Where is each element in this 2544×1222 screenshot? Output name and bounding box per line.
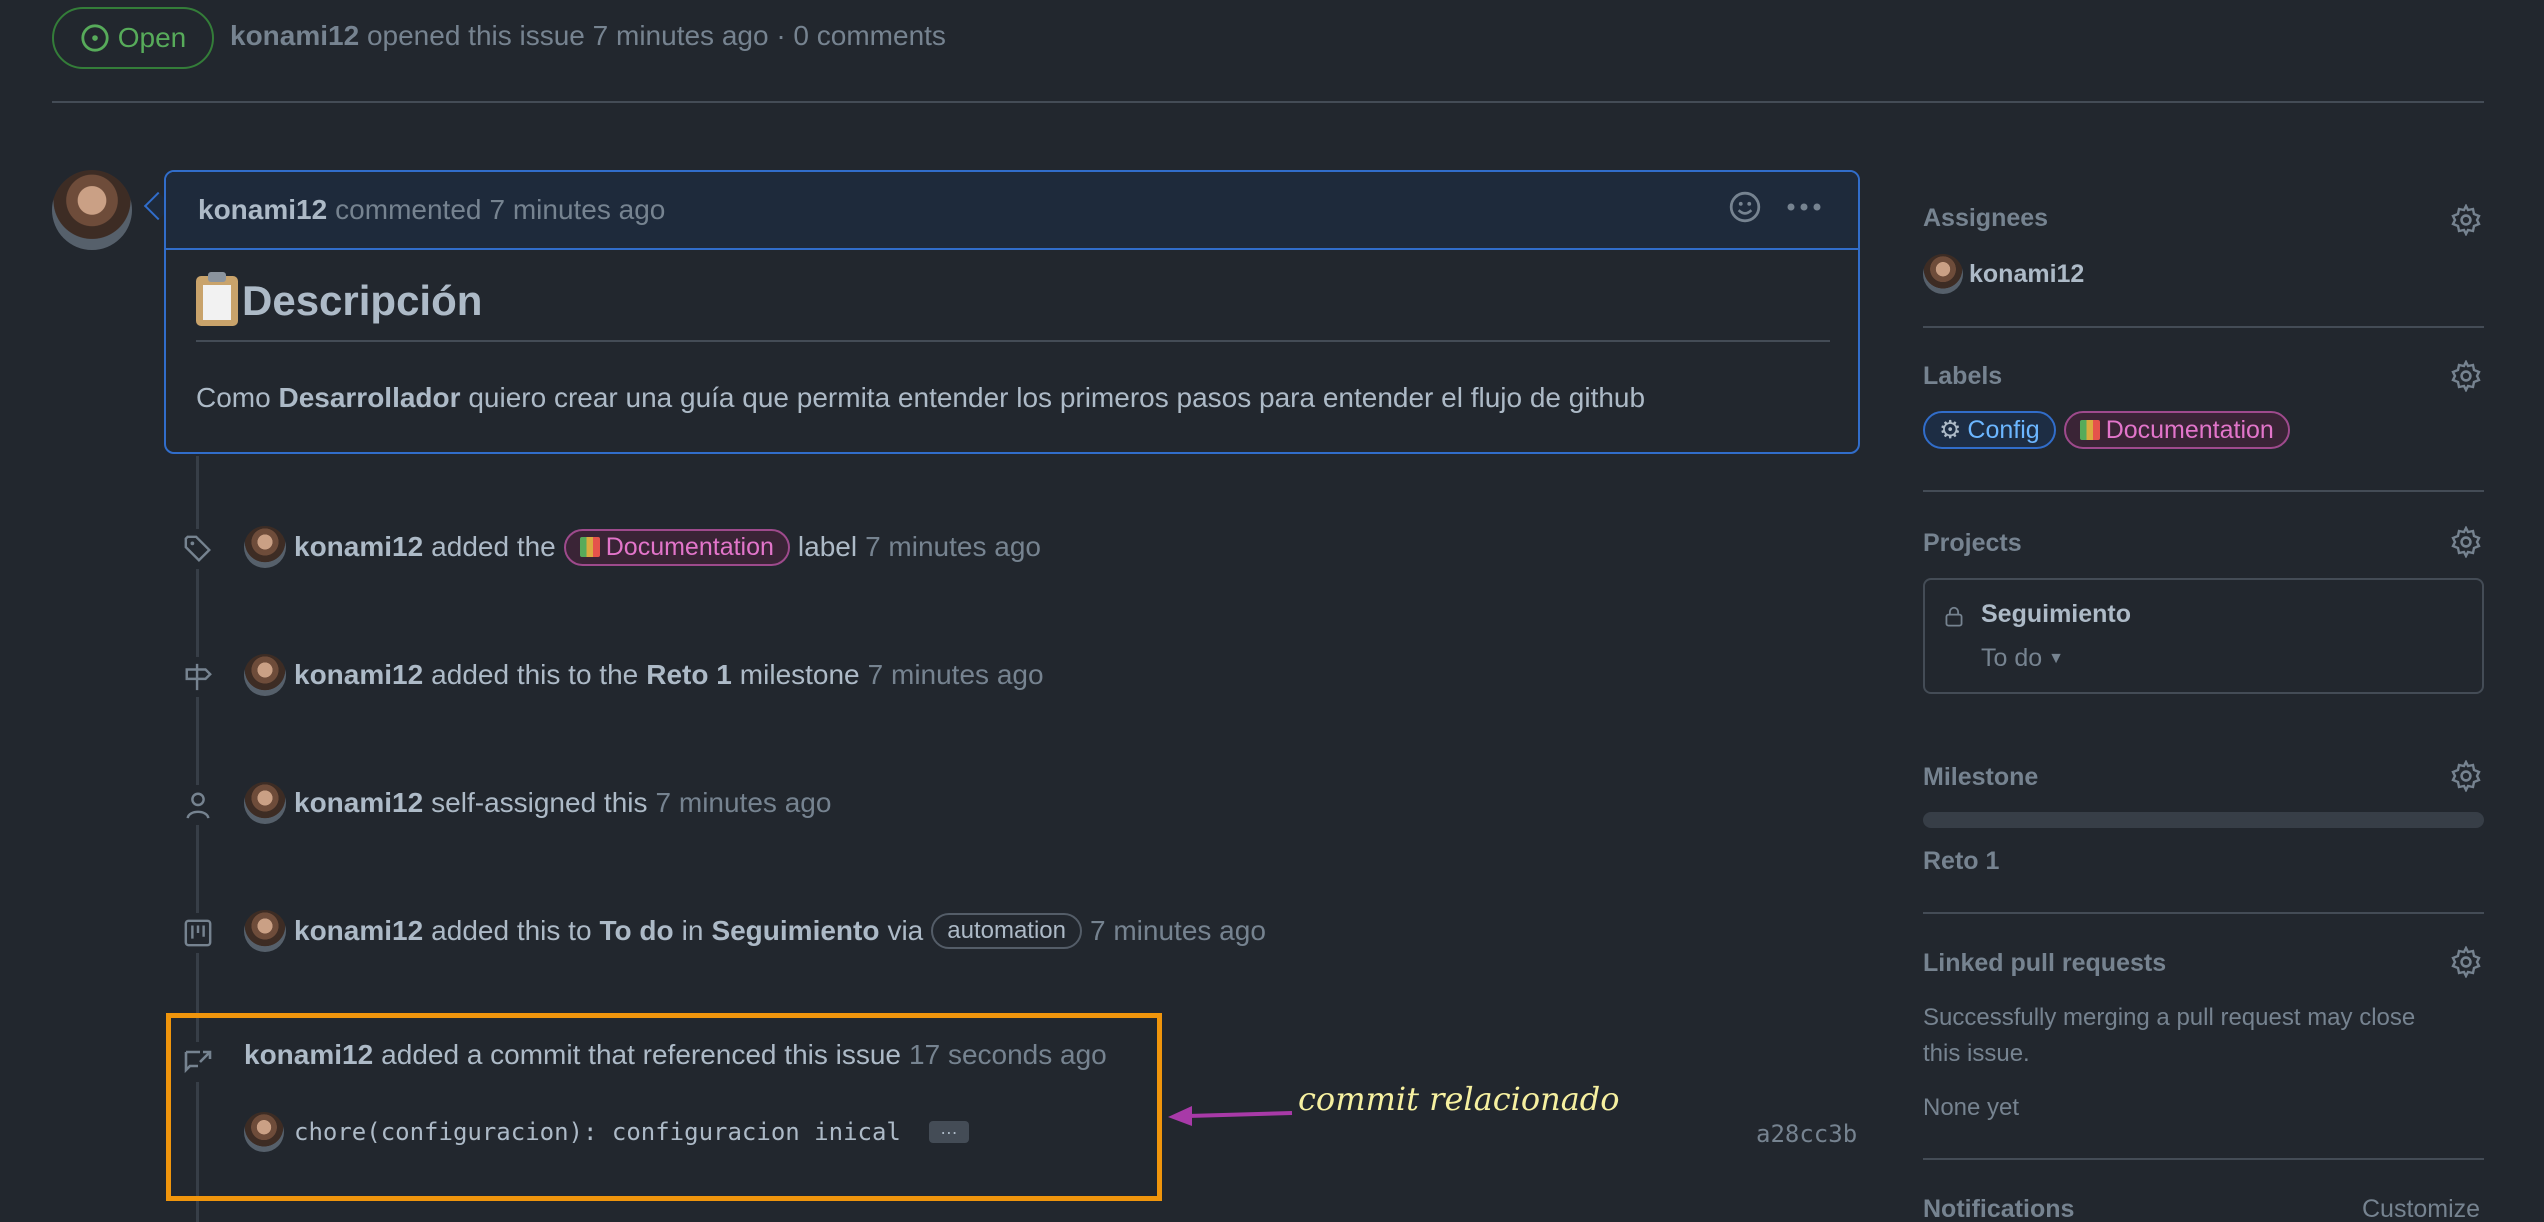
timeline-project-event: konami12 added this to To do in Seguimie… — [244, 910, 1266, 952]
linked-prs-empty: None yet — [1923, 1094, 2020, 1121]
sidebar-assignees-title[interactable]: Assignees — [1923, 204, 2048, 233]
issue-author-link[interactable]: konami12 — [230, 20, 359, 51]
event-timestamp[interactable]: 7 minutes ago — [1090, 915, 1266, 947]
event-text: self-assigned this — [431, 787, 648, 818]
issue-header-meta: konami12 opened this issue 7 minutes ago… — [230, 20, 946, 52]
notifications-customize-link[interactable]: Customize — [2362, 1195, 2480, 1222]
event-timestamp[interactable]: 7 minutes ago — [865, 531, 1041, 563]
event-avatar[interactable] — [244, 526, 286, 568]
event-text: milestone — [739, 659, 860, 690]
event-timestamp[interactable]: 7 minutes ago — [868, 659, 1044, 691]
label-documentation-text: Documentation — [2105, 415, 2274, 444]
comment-header: konami12 commented 7 minutes ago — [166, 172, 1858, 250]
milestone-link[interactable]: Reto 1 — [646, 659, 732, 691]
issue-opened-meta: opened this issue 7 minutes ago · 0 comm… — [366, 20, 946, 51]
event-user-link[interactable]: konami12 — [294, 531, 423, 563]
tag-icon — [178, 529, 218, 569]
event-user-link[interactable]: konami12 — [294, 659, 423, 691]
milestone-gear-icon[interactable] — [2450, 760, 2482, 792]
comment-timestamp[interactable]: 7 minutes ago — [489, 194, 665, 226]
gear-emoji-icon: ⚙ — [1939, 416, 1962, 444]
person-icon — [178, 785, 218, 825]
timeline-milestone-event: konami12 added this to the Reto 1 milest… — [244, 654, 1044, 696]
sidebar-linked-prs-title[interactable]: Linked pull requests — [1923, 949, 2166, 978]
comment-heading-text: Descripción — [242, 277, 483, 324]
issue-open-icon — [81, 24, 109, 52]
assignees-gear-icon[interactable] — [2450, 204, 2482, 236]
sidebar-divider — [1923, 1158, 2484, 1160]
project-card: Seguimiento To do ▼ — [1923, 578, 2484, 694]
timeline-assign-event: konami12 self-assigned this 7 minutes ag… — [244, 782, 831, 824]
project-name-link[interactable]: Seguimiento — [1981, 600, 2131, 629]
project-link[interactable]: Seguimiento — [711, 915, 879, 947]
milestone-name-link[interactable]: Reto 1 — [1923, 847, 1999, 876]
projects-gear-icon[interactable] — [2450, 526, 2482, 558]
assignee-item[interactable]: konami12 — [1923, 254, 2084, 294]
event-text: added this to the — [431, 659, 639, 690]
comment-body-bold: Desarrollador — [278, 382, 461, 413]
label-documentation[interactable]: Documentation — [2063, 411, 2290, 449]
sidebar-labels-title[interactable]: Labels — [1923, 362, 2002, 391]
sidebar-divider — [1923, 326, 2484, 328]
event-text: label — [797, 531, 858, 562]
automation-badge: automation — [931, 913, 1082, 949]
project-column-name: To do — [599, 915, 674, 946]
event-timestamp[interactable]: 7 minutes ago — [656, 787, 832, 819]
labels-gear-icon[interactable] — [2450, 360, 2482, 392]
comment-body-post: quiero crear una guía que permita entend… — [460, 382, 1646, 413]
timeline-label-event: konami12 added the Documentation label 7… — [244, 526, 1041, 568]
project-status-dropdown[interactable]: To do ▼ — [1981, 644, 2064, 673]
assignee-name[interactable]: konami12 — [1969, 260, 2084, 289]
event-user-link[interactable]: konami12 — [294, 787, 423, 819]
event-avatar[interactable] — [244, 910, 286, 952]
sidebar-milestone-title[interactable]: Milestone — [1923, 763, 2038, 792]
linked-prs-gear-icon[interactable] — [2450, 946, 2482, 978]
issue-state-badge: Open — [52, 7, 214, 69]
milestone-progress-bar — [1923, 812, 2484, 828]
caret-down-icon: ▼ — [2048, 649, 2065, 667]
event-text: via — [887, 915, 924, 946]
linked-prs-description: Successfully merging a pull request may … — [1923, 1000, 2415, 1072]
label-documentation[interactable]: Documentation — [563, 528, 790, 566]
annotation-arrow-icon — [1168, 1106, 1293, 1126]
milestone-icon — [178, 657, 218, 697]
comment-author-link[interactable]: konami12 — [198, 194, 327, 226]
comment-author-avatar[interactable] — [52, 170, 132, 250]
event-avatar[interactable] — [244, 782, 286, 824]
kebab-menu-icon[interactable] — [1786, 202, 1822, 212]
linked-prs-description-line: this issue. — [1923, 1040, 2030, 1067]
comment-body: Como Desarrollador quiero crear una guía… — [196, 382, 1645, 414]
comment-action: commented — [335, 194, 482, 225]
event-text: added the — [431, 531, 556, 562]
comment-heading: Descripción — [196, 272, 1830, 342]
project-icon — [178, 913, 218, 953]
add-reaction-icon[interactable] — [1728, 190, 1762, 224]
project-status-value: To do — [1981, 644, 2043, 672]
label-config[interactable]: ⚙ Config — [1923, 411, 2056, 449]
books-icon — [2079, 420, 2100, 440]
event-user-link[interactable]: konami12 — [294, 915, 423, 947]
event-text: in — [681, 915, 704, 946]
event-avatar[interactable] — [244, 654, 286, 696]
comment-body-pre: Como — [196, 382, 279, 413]
header-divider — [52, 101, 2484, 103]
annotation-highlight-box — [166, 1013, 1162, 1201]
annotation-text: commit relacionado — [1298, 1080, 1620, 1118]
label-config-text: Config — [1967, 415, 2040, 444]
clipboard-icon — [196, 272, 238, 326]
sidebar-projects-title[interactable]: Projects — [1923, 529, 2022, 558]
issue-state-label: Open — [117, 22, 187, 53]
sidebar-notifications-title: Notifications — [1923, 1195, 2075, 1222]
lock-icon — [1945, 606, 1963, 627]
sidebar-labels-list: ⚙ Config Documentation — [1923, 411, 2290, 449]
commit-sha-link[interactable]: a28cc3b — [1756, 1120, 1857, 1148]
assignee-avatar — [1923, 254, 1963, 294]
issue-comment: konami12 commented 7 minutes ago Descrip… — [164, 170, 1860, 454]
sidebar-divider — [1923, 490, 2484, 492]
label-documentation-text: Documentation — [605, 532, 774, 561]
event-text: added this to — [431, 915, 592, 946]
books-icon — [579, 537, 600, 557]
sidebar-divider — [1923, 912, 2484, 914]
linked-prs-description-line: Successfully merging a pull request may … — [1923, 1004, 2416, 1031]
